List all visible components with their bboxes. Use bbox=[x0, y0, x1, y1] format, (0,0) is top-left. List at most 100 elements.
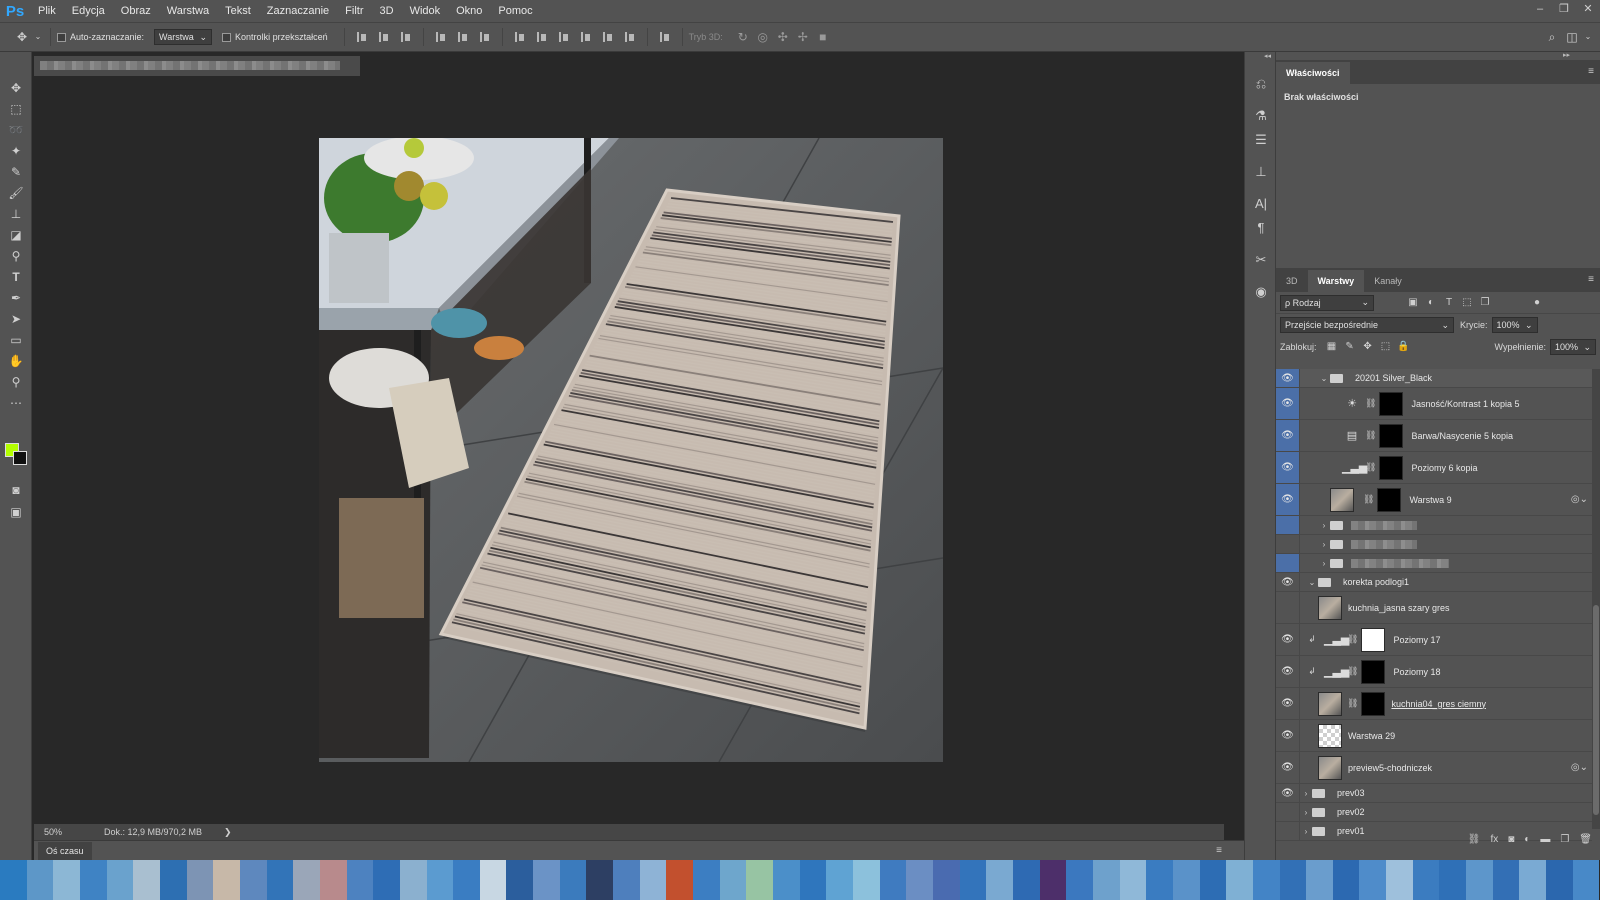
visibility-eye-icon[interactable]: 👁 bbox=[1276, 592, 1300, 623]
lock-all-icon[interactable]: 🔒 bbox=[1395, 340, 1413, 354]
visibility-eye-icon[interactable]: 👁 bbox=[1276, 624, 1300, 655]
layer-row[interactable]: 👁 › bbox=[1276, 516, 1592, 535]
chevron-right-icon[interactable]: › bbox=[1318, 521, 1330, 530]
opacity-input[interactable]: 100% ⌄ bbox=[1491, 317, 1538, 333]
link-chain-icon[interactable]: ⛓ bbox=[1365, 430, 1376, 441]
align-left-icon[interactable] bbox=[434, 30, 448, 44]
layer-thumbnail[interactable] bbox=[1318, 595, 1342, 620]
layer-mask-thumbnail[interactable] bbox=[1361, 627, 1386, 652]
menu-warstwa[interactable]: Warstwa bbox=[159, 0, 217, 22]
tab-properties[interactable]: Właściwości bbox=[1276, 62, 1350, 84]
menu-obraz[interactable]: Obraz bbox=[113, 0, 159, 22]
magic-wand-tool-icon[interactable]: ✦ bbox=[0, 141, 32, 162]
visibility-eye-icon[interactable]: 👁 bbox=[1276, 752, 1300, 783]
layer-mask-thumbnail[interactable] bbox=[1361, 659, 1386, 684]
distribute-bottom-icon[interactable] bbox=[557, 30, 571, 44]
distribute-left-icon[interactable] bbox=[579, 30, 593, 44]
lock-artboard-icon[interactable]: ⬚ bbox=[1377, 340, 1395, 354]
transform-controls-checkbox[interactable] bbox=[222, 32, 232, 42]
menu-zaznaczanie[interactable]: Zaznaczanie bbox=[259, 0, 337, 22]
chevron-down-icon[interactable]: ⌄ bbox=[32, 27, 44, 47]
align-right-icon[interactable] bbox=[478, 30, 492, 44]
menu-tekst[interactable]: Tekst bbox=[217, 0, 259, 22]
link-chain-icon[interactable]: ⛓ bbox=[1347, 698, 1358, 709]
tab-channels[interactable]: Kanały bbox=[1364, 270, 1412, 292]
link-chain-icon[interactable]: ⛓ bbox=[1347, 666, 1358, 677]
link-chain-icon[interactable]: ⛓ bbox=[1363, 494, 1374, 505]
layer-row[interactable]: 👁 › bbox=[1276, 535, 1592, 554]
visibility-eye-icon[interactable]: 👁 bbox=[1276, 720, 1300, 751]
path-selection-tool-icon[interactable]: ➤ bbox=[0, 309, 32, 330]
visibility-eye-icon[interactable]: 👁 bbox=[1276, 535, 1300, 553]
clone-source-icon[interactable]: ⊥ bbox=[1245, 160, 1277, 184]
panel-menu-icon[interactable]: ≡ bbox=[1588, 66, 1594, 77]
align-bottom-icon[interactable] bbox=[399, 30, 413, 44]
menu-edycja[interactable]: Edycja bbox=[64, 0, 113, 22]
auto-align-icon[interactable] bbox=[658, 30, 672, 44]
visibility-eye-icon[interactable]: 👁 bbox=[1276, 516, 1300, 534]
filter-shape-icon[interactable]: ⬚ bbox=[1458, 296, 1476, 310]
filter-smart-object-icon[interactable]: ❐ bbox=[1476, 296, 1494, 310]
restore-button[interactable]: ❐ bbox=[1552, 0, 1576, 20]
menu-3d[interactable]: 3D bbox=[372, 0, 402, 22]
visibility-eye-icon[interactable]: 👁 bbox=[1276, 484, 1300, 515]
document-image[interactable] bbox=[319, 138, 943, 762]
link-chain-icon[interactable]: ⛓ bbox=[1365, 398, 1376, 409]
visibility-eye-icon[interactable]: 👁 bbox=[1276, 688, 1300, 719]
distribute-vcenter-icon[interactable] bbox=[535, 30, 549, 44]
link-chain-icon[interactable]: ⛓ bbox=[1347, 634, 1358, 645]
close-button[interactable]: ✕ bbox=[1576, 0, 1600, 20]
menu-okno[interactable]: Okno bbox=[448, 0, 490, 22]
photoshop-logo[interactable]: Ps bbox=[0, 0, 30, 22]
distribute-right-icon[interactable] bbox=[623, 30, 637, 44]
chevron-down-icon[interactable]: ⌄ bbox=[1318, 374, 1330, 383]
stamp-tool-icon[interactable]: ⊥ bbox=[0, 204, 32, 225]
layer-mask-thumbnail[interactable] bbox=[1361, 691, 1386, 716]
chevron-down-icon[interactable]: ⌄ bbox=[1306, 578, 1318, 587]
history-icon[interactable]: ⎌ bbox=[1245, 72, 1277, 96]
roll-3d-icon[interactable]: ◎ bbox=[753, 27, 773, 47]
paragraph-icon[interactable]: ¶ bbox=[1245, 216, 1277, 240]
status-arrow-icon[interactable]: ❯ bbox=[224, 827, 232, 838]
pan-3d-icon[interactable]: ✣ bbox=[773, 27, 793, 47]
libraries-icon[interactable]: ◉ bbox=[1245, 280, 1277, 304]
align-top-icon[interactable] bbox=[355, 30, 369, 44]
visibility-eye-icon[interactable]: 👁 bbox=[1276, 388, 1300, 419]
layer-mask-thumbnail[interactable] bbox=[1379, 455, 1404, 480]
chevron-right-icon[interactable]: › bbox=[1300, 789, 1312, 798]
orbit-3d-icon[interactable]: ↻ bbox=[733, 27, 753, 47]
visibility-eye-icon[interactable]: 👁 bbox=[1276, 573, 1300, 591]
search-icon[interactable]: ⌕ bbox=[1542, 27, 1562, 47]
visibility-eye-icon[interactable]: 👁 bbox=[1276, 369, 1300, 387]
lock-transparent-icon[interactable]: ▦ bbox=[1323, 340, 1341, 354]
zoom-tool-icon[interactable]: ⚲ bbox=[0, 372, 32, 393]
align-vcenter-icon[interactable] bbox=[377, 30, 391, 44]
adjustments-icon[interactable]: ☰ bbox=[1245, 128, 1277, 152]
filter-toggle-icon[interactable]: ● bbox=[1528, 296, 1546, 310]
visibility-eye-icon[interactable]: 👁 bbox=[1276, 452, 1300, 483]
layer-row[interactable]: 👁 ▁▃▅ ⛓ Poziomy 6 kopia bbox=[1276, 452, 1592, 484]
layer-row[interactable]: 👁 ☀ ⛓ Jasność/Kontrast 1 kopia 5 bbox=[1276, 388, 1592, 420]
blend-mode-dropdown[interactable]: Przejście bezpośrednie ⌄ bbox=[1280, 317, 1454, 333]
rectangle-tool-icon[interactable]: ▭ bbox=[0, 330, 32, 351]
layer-row[interactable]: 👁 ↲ ▁▃▅ ⛓ Poziomy 17 bbox=[1276, 624, 1592, 656]
more-tools-icon[interactable]: ⋯ bbox=[0, 393, 32, 414]
lock-pixels-icon[interactable]: ✎ bbox=[1341, 340, 1359, 354]
filter-pixel-icon[interactable]: ▣ bbox=[1404, 296, 1422, 310]
tab-layers[interactable]: Warstwy bbox=[1307, 270, 1365, 292]
transform-controls-option[interactable]: Kontrolki przekształceń bbox=[222, 32, 328, 42]
screen-mode-icon[interactable]: ▣ bbox=[0, 502, 32, 523]
layer-row[interactable]: 👁 ⛓ Warstwa 9 ◎⌄ bbox=[1276, 484, 1592, 516]
menu-filtr[interactable]: Filtr bbox=[337, 0, 371, 22]
dodge-tool-icon[interactable]: ⚲ bbox=[0, 246, 32, 267]
brush-tool-icon[interactable]: 🖌 bbox=[0, 183, 32, 204]
smart-filter-icon[interactable]: ◎⌄ bbox=[1571, 762, 1588, 773]
new-adjustment-icon[interactable]: ◐ bbox=[1524, 834, 1530, 845]
eyedropper-tool-icon[interactable]: ✎ bbox=[0, 162, 32, 183]
minimize-button[interactable]: – bbox=[1528, 0, 1552, 20]
canvas-area[interactable] bbox=[34, 76, 1224, 824]
layers-scrollbar[interactable] bbox=[1592, 369, 1600, 829]
chevron-right-icon[interactable]: › bbox=[1300, 808, 1312, 817]
scale-3d-icon[interactable]: ■ bbox=[813, 27, 833, 47]
new-group-icon[interactable]: ▬ bbox=[1540, 834, 1550, 845]
